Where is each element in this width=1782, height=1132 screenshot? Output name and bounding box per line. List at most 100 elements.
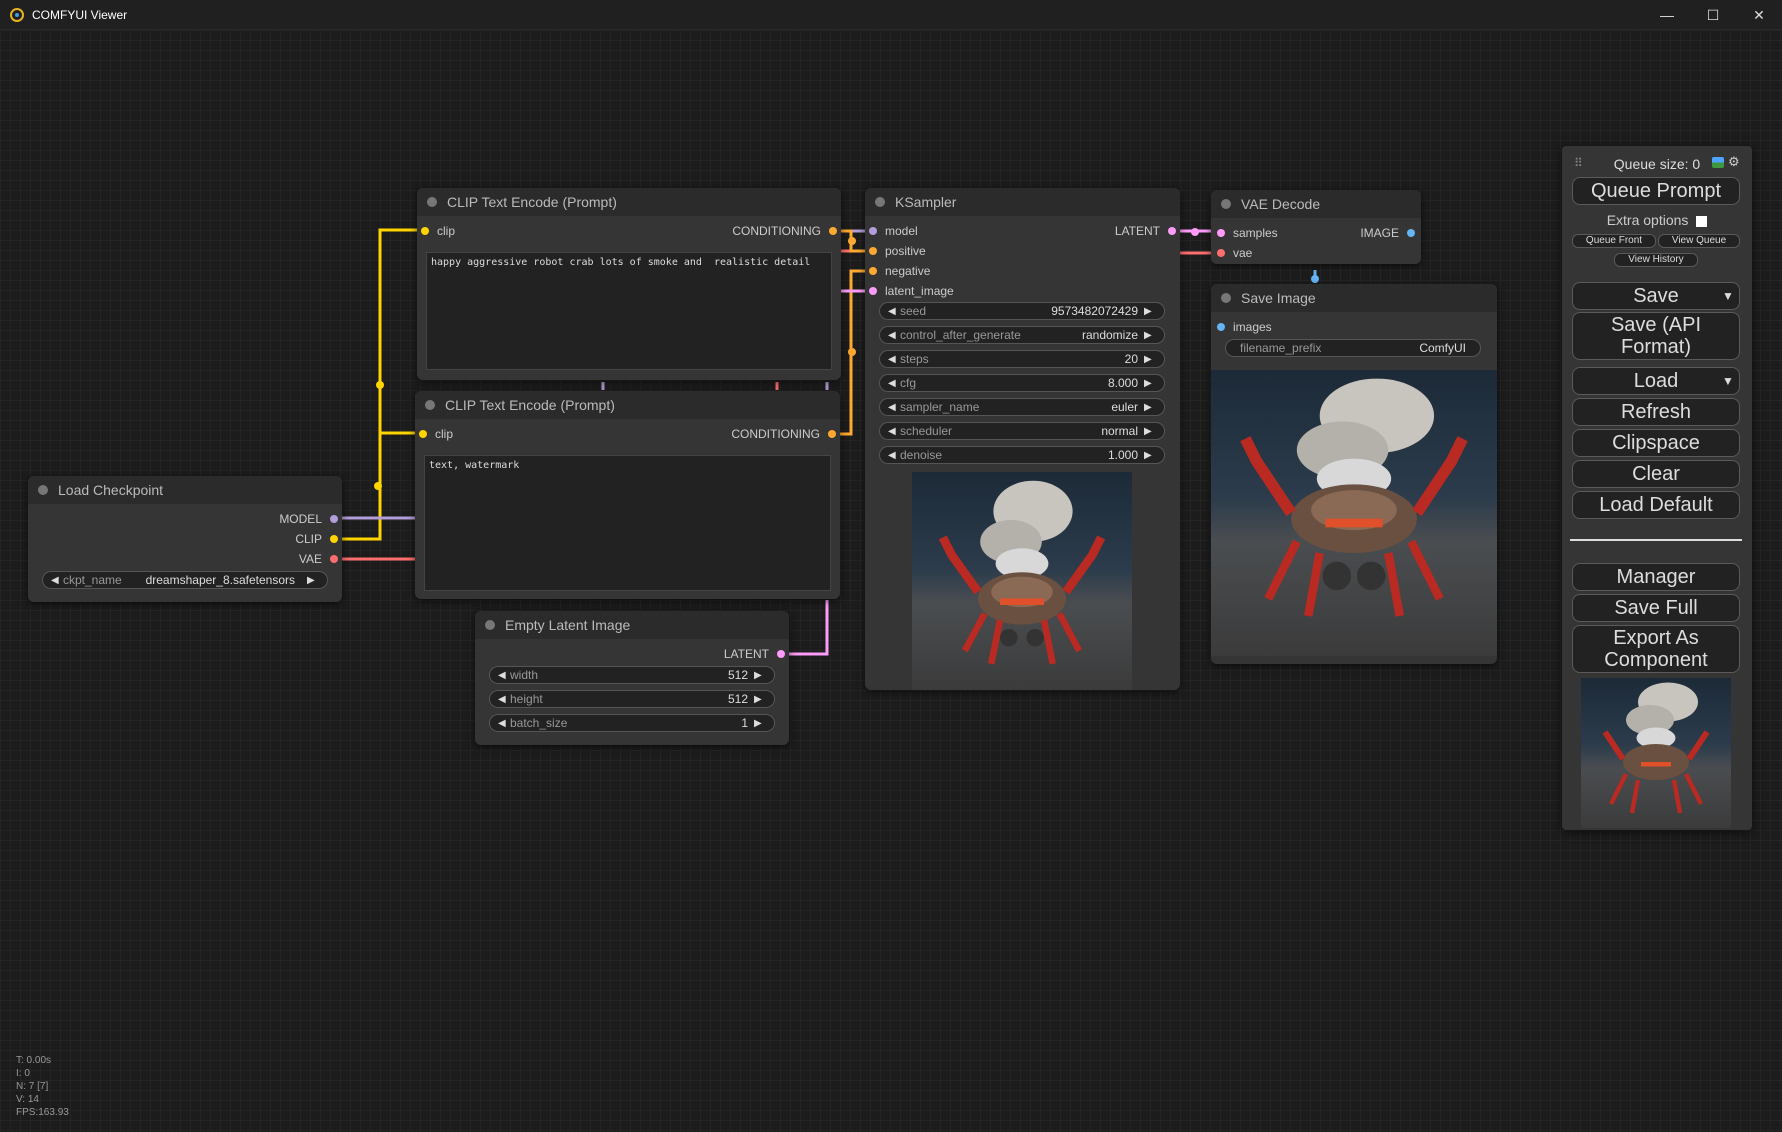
collapse-toggle[interactable]	[427, 197, 437, 207]
input-slot-clip[interactable]: clip	[421, 223, 455, 239]
collapse-toggle[interactable]	[1221, 293, 1231, 303]
decrement-arrow-icon[interactable]: ◀	[888, 426, 900, 437]
refresh-button[interactable]: Refresh	[1572, 398, 1740, 426]
clip-text-encode-negative-node[interactable]: CLIP Text Encode (Prompt) clip CONDITION…	[415, 391, 840, 599]
slot-dot[interactable]	[330, 515, 338, 523]
width-widget[interactable]: ◀ width 512 ▶	[489, 666, 775, 684]
slot-dot[interactable]	[1217, 323, 1225, 331]
node-header[interactable]: CLIP Text Encode (Prompt)	[417, 188, 841, 216]
slot-dot[interactable]	[421, 227, 429, 235]
decrement-arrow-icon[interactable]: ◀	[498, 670, 510, 681]
slot-dot[interactable]	[1217, 249, 1225, 257]
save-full-button[interactable]: Save Full	[1572, 594, 1740, 622]
extra-options-checkbox[interactable]	[1696, 215, 1708, 227]
load-button[interactable]: Load ▼	[1572, 367, 1740, 395]
save-api-format-button[interactable]: Save (API Format)	[1572, 312, 1740, 360]
decrement-arrow-icon[interactable]: ◀	[498, 718, 510, 729]
increment-arrow-icon[interactable]: ▶	[1144, 378, 1156, 389]
control-after-generate-widget[interactable]: ◀ control_after_generate randomize ▶	[879, 326, 1165, 344]
node-header[interactable]: Empty Latent Image	[475, 611, 789, 639]
decrement-arrow-icon[interactable]: ◀	[888, 402, 900, 413]
node-header[interactable]: KSampler	[865, 188, 1180, 216]
vae-decode-node[interactable]: VAE Decode samples vae IMAGE	[1211, 190, 1421, 264]
batch-size-widget[interactable]: ◀ batch_size 1 ▶	[489, 714, 775, 732]
slot-dot[interactable]	[419, 430, 427, 438]
queue-prompt-button[interactable]: Queue Prompt	[1572, 177, 1740, 205]
minimize-button[interactable]: —	[1644, 0, 1690, 30]
input-slot-samples[interactable]: samples	[1217, 225, 1278, 241]
decrement-arrow-icon[interactable]: ◀	[888, 378, 900, 389]
slot-dot[interactable]	[828, 430, 836, 438]
ksampler-node[interactable]: KSampler model positive negative latent_…	[865, 188, 1180, 690]
slot-dot[interactable]	[869, 267, 877, 275]
collapse-toggle[interactable]	[425, 400, 435, 410]
slot-dot[interactable]	[1168, 227, 1176, 235]
output-slot-conditioning[interactable]: CONDITIONING	[731, 426, 836, 442]
save-image-node[interactable]: Save Image images filename_prefix ComfyU…	[1211, 284, 1497, 664]
slot-dot[interactable]	[829, 227, 837, 235]
collapse-toggle[interactable]	[875, 197, 885, 207]
load-default-button[interactable]: Load Default	[1572, 491, 1740, 519]
slot-dot[interactable]	[869, 287, 877, 295]
decrement-arrow-icon[interactable]: ◀	[888, 306, 900, 317]
decrement-arrow-icon[interactable]: ◀	[888, 330, 900, 341]
ckpt-name-combo[interactable]: ◀ ckpt_name dreamshaper_8.safetensors ▶	[42, 571, 328, 589]
input-slot-vae[interactable]: vae	[1217, 245, 1252, 261]
input-slot-latent-image[interactable]: latent_image	[869, 283, 954, 299]
increment-arrow-icon[interactable]: ▶	[1144, 306, 1156, 317]
input-slot-positive[interactable]: positive	[869, 243, 926, 259]
image-icon[interactable]	[1712, 157, 1724, 168]
input-slot-model[interactable]: model	[869, 223, 918, 239]
decrement-arrow-icon[interactable]: ◀	[498, 694, 510, 705]
increment-arrow-icon[interactable]: ▶	[307, 575, 319, 586]
slot-dot[interactable]	[777, 650, 785, 658]
increment-arrow-icon[interactable]: ▶	[754, 670, 766, 681]
dropdown-arrow-icon[interactable]: ▼	[1717, 368, 1739, 394]
output-slot-conditioning[interactable]: CONDITIONING	[732, 223, 837, 239]
output-slot-latent[interactable]: LATENT	[724, 646, 785, 662]
gear-icon[interactable]: ⚙	[1728, 154, 1740, 170]
clipspace-button[interactable]: Clipspace	[1572, 429, 1740, 457]
height-widget[interactable]: ◀ height 512 ▶	[489, 690, 775, 708]
view-history-button[interactable]: View History	[1614, 253, 1698, 267]
maximize-button[interactable]: ☐	[1690, 0, 1736, 30]
view-queue-button[interactable]: View Queue	[1658, 234, 1740, 248]
decrement-arrow-icon[interactable]: ◀	[51, 575, 63, 586]
increment-arrow-icon[interactable]: ▶	[1144, 330, 1156, 341]
seed-widget[interactable]: ◀ seed 9573482072429 ▶	[879, 302, 1165, 320]
queue-front-button[interactable]: Queue Front	[1572, 234, 1656, 248]
output-slot-clip[interactable]: CLIP	[295, 531, 338, 547]
clip-text-encode-positive-node[interactable]: CLIP Text Encode (Prompt) clip CONDITION…	[417, 188, 841, 380]
close-button[interactable]: ✕	[1736, 0, 1782, 30]
increment-arrow-icon[interactable]: ▶	[1144, 402, 1156, 413]
filename-prefix-widget[interactable]: filename_prefix ComfyUI	[1225, 339, 1481, 357]
slot-dot[interactable]	[1217, 229, 1225, 237]
input-slot-negative[interactable]: negative	[869, 263, 930, 279]
increment-arrow-icon[interactable]: ▶	[1144, 450, 1156, 461]
steps-widget[interactable]: ◀ steps 20 ▶	[879, 350, 1165, 368]
output-slot-model[interactable]: MODEL	[279, 511, 338, 527]
prompt-textarea[interactable]: happy aggressive robot crab lots of smok…	[426, 252, 832, 370]
slot-dot[interactable]	[869, 227, 877, 235]
node-header[interactable]: Load Checkpoint	[28, 476, 342, 504]
load-checkpoint-node[interactable]: Load Checkpoint MODEL CLIP VAE ◀ ckpt_na…	[28, 476, 342, 602]
slot-dot[interactable]	[330, 535, 338, 543]
output-slot-latent[interactable]: LATENT	[1115, 223, 1176, 239]
cfg-widget[interactable]: ◀ cfg 8.000 ▶	[879, 374, 1165, 392]
collapse-toggle[interactable]	[1221, 199, 1231, 209]
input-slot-images[interactable]: images	[1217, 319, 1272, 335]
collapse-toggle[interactable]	[485, 620, 495, 630]
manager-button[interactable]: Manager	[1572, 563, 1740, 591]
slot-dot[interactable]	[330, 555, 338, 563]
increment-arrow-icon[interactable]: ▶	[754, 718, 766, 729]
increment-arrow-icon[interactable]: ▶	[1144, 426, 1156, 437]
increment-arrow-icon[interactable]: ▶	[1144, 354, 1156, 365]
empty-latent-image-node[interactable]: Empty Latent Image LATENT ◀ width 512 ▶ ◀ he…	[475, 611, 789, 745]
scheduler-widget[interactable]: ◀ scheduler normal ▶	[879, 422, 1165, 440]
output-slot-image[interactable]: IMAGE	[1360, 225, 1415, 241]
output-slot-vae[interactable]: VAE	[299, 551, 338, 567]
collapse-toggle[interactable]	[38, 485, 48, 495]
dropdown-arrow-icon[interactable]: ▼	[1717, 283, 1739, 309]
clear-button[interactable]: Clear	[1572, 460, 1740, 488]
sampler-name-widget[interactable]: ◀ sampler_name euler ▶	[879, 398, 1165, 416]
